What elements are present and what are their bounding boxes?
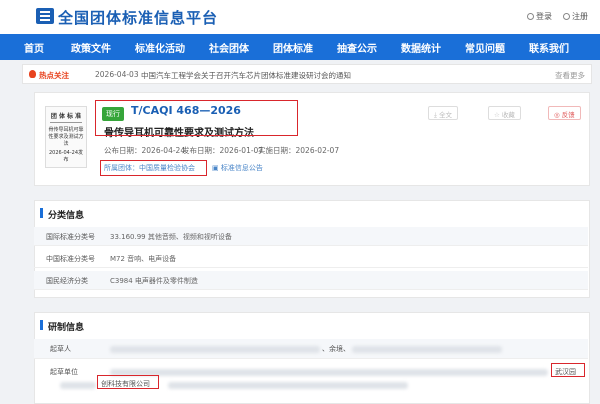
classification-value: C3984 电声器件及零件制造 (110, 277, 198, 285)
feedback-button[interactable]: ◎ 反馈 (548, 106, 581, 120)
fire-icon (29, 70, 36, 78)
nav-activities[interactable]: 标准化活动 (135, 40, 185, 55)
main-nav: 首页 政策文件 标准化活动 社会团体 团体标准 抽查公示 数据统计 常见问题 联… (0, 34, 600, 60)
classification-accent-bar (40, 208, 43, 218)
publish-date: 公布日期：2026-04-24 (104, 146, 186, 155)
site-title[interactable]: 全国团体标准信息平台 (58, 7, 218, 28)
release-date: 发布日期：2026-01-07 (182, 146, 264, 155)
drafters-tail: 、余境、 (322, 345, 350, 353)
units-redacted-3 (168, 382, 408, 389)
classification-value: 33.160.99 其他音频、视频和视听设备 (110, 233, 232, 241)
site-logo-icon[interactable] (36, 8, 54, 24)
top-header: 全国团体标准信息平台 登录 注册 (0, 0, 600, 34)
notice-date: 2026-04-03 (95, 70, 139, 79)
download-button[interactable]: ⤓ 全文 (428, 106, 458, 120)
nav-statistics[interactable]: 数据统计 (401, 40, 441, 55)
units-label: 起草单位 (50, 368, 78, 376)
implement-date: 实施日期：2026-02-07 (258, 146, 340, 155)
nav-contact[interactable]: 联系我们 (529, 40, 569, 55)
notice-icon: ▣ (212, 164, 221, 172)
standard-cover[interactable]: 团 体 标 准 骨传导耳机可靠性要求及测试方法 2026-04-24发布 (45, 106, 87, 168)
classification-key: 中国标准分类号 (46, 255, 95, 263)
nav-home[interactable]: 首页 (24, 40, 44, 55)
register-icon (563, 13, 570, 20)
classification-key: 国民经济分类 (46, 277, 88, 285)
drafting-title: 研制信息 (48, 323, 85, 333)
user-icon (527, 13, 534, 20)
classification-key: 国际标准分类号 (46, 233, 95, 241)
nav-organizations[interactable]: 社会团体 (209, 40, 249, 55)
highlight-box-unit-second (97, 375, 159, 389)
notice-label: 热点关注 (39, 71, 69, 80)
drafters-redacted (110, 346, 320, 353)
nav-standards[interactable]: 团体标准 (273, 40, 313, 55)
cover-divider (50, 122, 82, 123)
classification-value: M72 音响、电声设备 (110, 255, 177, 263)
highlight-box-unit-right (551, 363, 585, 377)
star-icon: ☆ (494, 111, 502, 119)
nav-policy[interactable]: 政策文件 (71, 40, 111, 55)
notice-link[interactable]: 中国汽车工程学会关于召开汽车芯片团体标准建设研讨会的通知 (141, 70, 351, 81)
classification-row: 国民经济分类 C3984 电声器件及零件制造 (34, 271, 588, 290)
highlight-box-title (95, 100, 298, 136)
notice-more-link[interactable]: 查看更多 (555, 70, 585, 81)
classification-row: 国际标准分类号 33.160.99 其他音频、视频和视听设备 (34, 227, 588, 246)
hot-notice-bar: 热点关注 2026-04-03 中国汽车工程学会关于召开汽车芯片团体标准建设研讨… (22, 64, 592, 84)
drafting-accent-bar (40, 320, 43, 330)
nav-inspection[interactable]: 抽查公示 (337, 40, 377, 55)
cover-title: 骨传导耳机可靠性要求及测试方法 (48, 127, 84, 147)
login-link[interactable]: 登录 (527, 11, 552, 22)
cover-head: 团 体 标 准 (50, 113, 82, 120)
drafters-redacted-2 (352, 346, 502, 353)
cover-date: 2026-04-24发布 (48, 150, 84, 163)
nav-faq[interactable]: 常见问题 (465, 40, 505, 55)
classification-row: 中国标准分类号 M72 音响、电声设备 (34, 249, 588, 268)
favorite-button[interactable]: ☆ 收藏 (488, 106, 521, 120)
standard-notice-link[interactable]: ▣ 标准信息公告 (212, 163, 263, 173)
classification-title: 分类信息 (48, 211, 85, 221)
units-redacted (110, 369, 548, 376)
units-redacted-2 (60, 382, 96, 389)
feedback-icon: ◎ (554, 111, 562, 119)
register-link[interactable]: 注册 (563, 11, 588, 22)
highlight-box-org (100, 160, 207, 176)
drafters-label: 起草人 (50, 345, 71, 353)
